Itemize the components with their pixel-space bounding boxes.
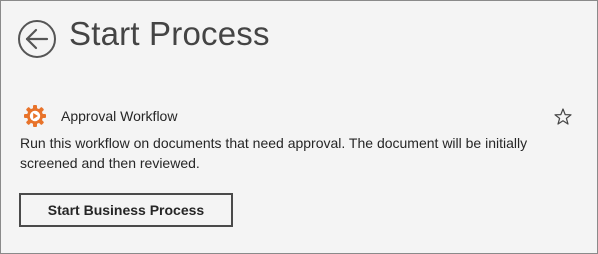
page-title: Start Process [69,15,270,52]
start-process-panel: Start Process Approval Workflow Run this… [0,0,598,254]
workflow-description: Run this workflow on documents that need… [20,135,528,171]
workflow-name[interactable]: Approval Workflow [61,108,177,124]
favorite-star-icon[interactable] [553,107,573,127]
back-arrow-icon [17,19,57,59]
workflow-gear-icon [24,105,46,127]
back-button[interactable] [17,19,57,59]
start-business-process-button[interactable]: Start Business Process [19,193,233,227]
